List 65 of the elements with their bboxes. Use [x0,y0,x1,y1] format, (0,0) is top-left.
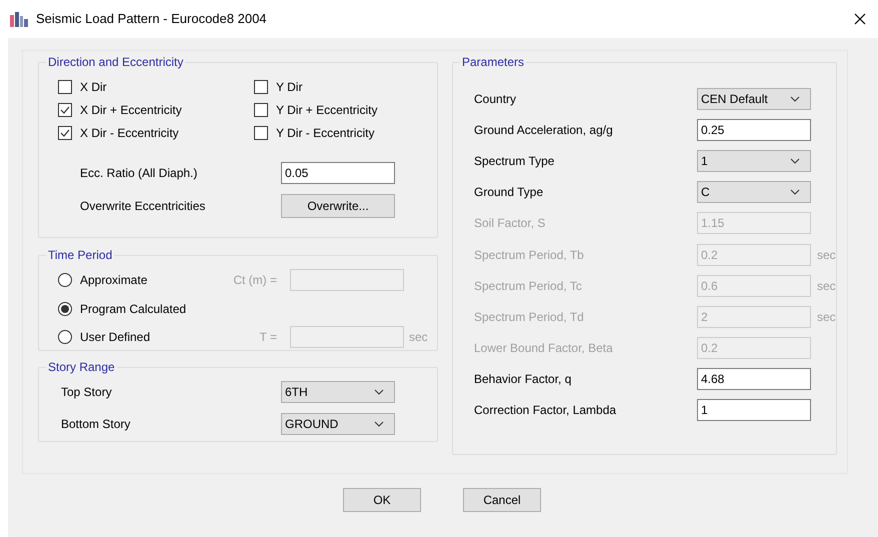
check-icon [60,128,70,136]
field-label: Ground Acceleration, ag/g [474,122,614,139]
radio-label: User Defined [80,329,152,346]
radio-button[interactable] [58,302,72,316]
radio-button[interactable] [58,273,72,288]
checkbox-label: X Dir - Eccentricity [80,124,179,142]
field-label: Overwrite Eccentricities [80,198,206,215]
input-field[interactable]: 0.25 [697,118,811,141]
chevron-down-icon [790,189,800,196]
dropdown[interactable]: 6TH [281,381,395,403]
field-label: Spectrum Type [474,152,556,170]
input-field[interactable]: 4.68 [697,368,811,390]
building-icon [10,11,28,27]
group-title: Parameters [461,55,526,69]
group-title: Direction and Eccentricity [47,55,184,69]
checkbox-label: X Dir [80,78,107,96]
dialog-button[interactable]: OK [343,488,421,512]
field-label: Soil Factor, S [474,215,546,232]
field-label: Spectrum Period, Td [474,308,585,326]
unit-label: sec [817,278,836,295]
field-label: Bottom Story [61,416,132,433]
field-label: Ecc. Ratio (All Diaph.) [80,165,198,182]
ecc-ratio-field[interactable]: 0.05 [281,162,395,184]
field-label: Correction Factor, Lambda [474,402,618,420]
field-label: Top Story [61,384,113,401]
radio-button[interactable] [58,330,72,344]
dialog-button[interactable]: Cancel [463,488,541,512]
checkbox[interactable] [254,102,268,116]
field-label: Spectrum Period, Tb [474,246,585,264]
group-title: Time Period [47,248,114,262]
chevron-down-icon [790,158,800,164]
input-field[interactable]: 1 [697,399,811,422]
radio-label: Program Calculated [80,300,188,318]
checkbox[interactable] [254,126,268,140]
dropdown[interactable]: C [697,181,811,204]
field-label: Ground Type [474,184,544,202]
field-label: Country [474,90,518,108]
checkbox-label: Y Dir - Eccentricity [276,124,374,142]
unit-label: sec [817,308,836,326]
unit-label: sec [817,246,836,264]
check-icon [60,106,70,114]
radio-label: Approximate [80,272,148,290]
checkbox[interactable] [58,80,72,94]
group-title: Story Range [47,360,116,374]
field-label: Lower Bound Factor, Beta [474,340,614,358]
chevron-down-icon [374,421,384,427]
checkbox-label: Y Dir [276,78,302,96]
checkbox-label: Y Dir + Eccentricity [276,102,378,118]
close-icon [854,13,866,25]
dropdown[interactable]: CEN Default [697,88,811,110]
unit-label: sec [409,329,428,346]
chevron-down-icon [790,96,800,102]
overwrite-button[interactable]: Overwrite... [281,194,395,218]
field-label: Ct (m) = [232,272,277,290]
dropdown[interactable]: 1 [697,150,811,172]
checkbox[interactable] [58,102,72,116]
window-title: Seismic Load Pattern - Eurocode8 2004 [36,10,268,28]
checkbox[interactable] [254,80,268,94]
field-label: Behavior Factor, q [474,371,572,388]
checkbox[interactable] [58,126,72,140]
checkbox-label: X Dir + Eccentricity [80,102,182,118]
field-label: T = [258,329,277,346]
field-label: Spectrum Period, Tc [474,278,583,295]
chevron-down-icon [374,389,384,395]
dropdown[interactable]: GROUND [281,413,395,435]
